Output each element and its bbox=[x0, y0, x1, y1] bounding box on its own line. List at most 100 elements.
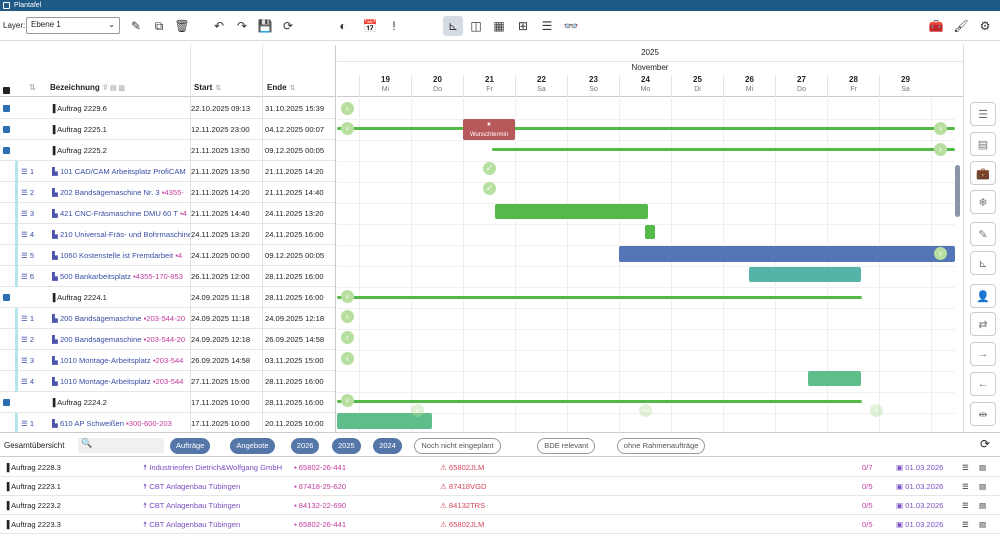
table-row[interactable]: ☰ 2 ▙ 202 Bandsägemaschine Nr. 3 ▪4355- 21… bbox=[0, 182, 335, 203]
person-icon[interactable]: 👤 bbox=[970, 284, 996, 308]
settings-gear-icon[interactable]: ⚙ bbox=[975, 16, 995, 36]
glasses-icon[interactable]: 👓 bbox=[561, 16, 581, 36]
calendar-icon[interactable]: 📅 bbox=[360, 16, 380, 36]
overview-row[interactable]: ▐ Auftrag 2223.3 ☨ CBT Anlagenbau Tübinge… bbox=[0, 515, 1000, 534]
order-bar[interactable] bbox=[492, 148, 955, 151]
sort-icon[interactable]: ⇅ bbox=[29, 83, 36, 92]
alert-icon[interactable]: ! bbox=[384, 16, 404, 36]
header-name[interactable]: Bezeichnung ⊽ ▤ ▥ bbox=[50, 83, 125, 92]
table-view-icon[interactable]: ▦ bbox=[489, 16, 509, 36]
gantt-chart[interactable]: ‹ ‹ › ★ Wunschtermin › ✓ ✓ › ‹ ‹ ‹ ‹ ‹ ‹ — › bbox=[337, 98, 955, 432]
vertical-scrollbar[interactable] bbox=[955, 165, 960, 217]
refresh-icon[interactable]: ⟳ bbox=[980, 437, 990, 451]
overview-row[interactable]: ▐ Auftrag 2223.2 ☨ CBT Anlagenbau Tübinge… bbox=[0, 496, 1000, 515]
expand-toggle-icon[interactable] bbox=[3, 147, 10, 154]
operation-bar[interactable] bbox=[645, 225, 655, 239]
briefcase-icon[interactable]: 💼 bbox=[970, 161, 996, 185]
table-row[interactable]: ☰ 1 ▙ 200 Bandsägemaschine ▪203-544-20 24.… bbox=[0, 308, 335, 329]
table-icon[interactable]: ▤ bbox=[979, 458, 986, 477]
table-row[interactable]: ☰ 3 ▙ 1010 Montage-Arbeitsplatz ▪203-544 2… bbox=[0, 350, 335, 371]
list-icon[interactable]: ☰ bbox=[962, 477, 969, 496]
filter-chip[interactable]: 2024 bbox=[373, 438, 402, 454]
filter-chip[interactable]: Angebote bbox=[230, 438, 275, 454]
table-row[interactable]: ▐ Auftrag 2225.1 12.11.2025 23:00 04.12.20… bbox=[0, 119, 335, 140]
scroll-right-icon[interactable]: › bbox=[934, 247, 947, 260]
filter-chip[interactable]: 2026 bbox=[290, 438, 320, 454]
edit-pencil-icon[interactable]: ✎ bbox=[126, 16, 146, 36]
task-list-icon[interactable]: ☰ bbox=[970, 102, 996, 126]
scroll-left-icon[interactable]: ‹ bbox=[341, 122, 354, 135]
overview-row[interactable]: ▐ Auftrag 2228.3 ☨ Industrieofen Dietrich… bbox=[0, 458, 1000, 477]
scroll-left-icon[interactable]: ‹ bbox=[341, 352, 354, 365]
operation-bar[interactable] bbox=[495, 204, 648, 219]
scroll-left-icon[interactable]: ‹ bbox=[341, 394, 354, 407]
table-row[interactable]: ☰ 3 ▙ 421 CNC-Fräsmaschine DMU 60 T ▪4 21.… bbox=[0, 203, 335, 224]
expand-toggle-icon[interactable] bbox=[3, 399, 10, 406]
table-icon[interactable]: ▤ bbox=[979, 477, 986, 496]
table-row[interactable]: ☰ 4 ▙ 1010 Montage-Arbeitsplatz ▪203-544 2… bbox=[0, 371, 335, 392]
grid-view-icon[interactable]: ⊞ bbox=[513, 16, 533, 36]
layer-select[interactable]: Ebene 1 ⌄ bbox=[26, 17, 120, 34]
scroll-left-icon[interactable]: ‹ bbox=[341, 331, 354, 344]
done-icon[interactable]: ✓ bbox=[483, 182, 496, 195]
order-bar[interactable] bbox=[337, 296, 862, 299]
brain-icon[interactable]: ◐ bbox=[333, 16, 353, 36]
wunschtermin-marker[interactable]: ★ Wunschtermin bbox=[463, 119, 515, 140]
table-row[interactable]: ☰ 1 ▙ 101 CAD/CAM Arbeitsplatz ProfiCAM 21… bbox=[0, 161, 335, 182]
done-icon[interactable]: ✓ bbox=[483, 162, 496, 175]
filter-chip[interactable]: Noch nicht eingeplant bbox=[414, 438, 501, 454]
list-icon[interactable]: ☰ bbox=[962, 458, 969, 477]
filter-chip[interactable]: Aufträge bbox=[170, 438, 211, 454]
nav-prev-icon[interactable]: ‹ bbox=[411, 404, 424, 417]
split-view-icon[interactable]: ◫ bbox=[466, 16, 486, 36]
operation-bar[interactable] bbox=[808, 371, 861, 386]
filter-chip[interactable]: ohne Rahmenaufträge bbox=[616, 438, 706, 454]
header-start[interactable]: Start ⇅ bbox=[194, 83, 221, 92]
scroll-left-icon[interactable]: ‹ bbox=[341, 290, 354, 303]
operation-bar[interactable] bbox=[619, 246, 955, 262]
arrow-right-icon[interactable]: → bbox=[970, 342, 996, 366]
nav-next-icon[interactable]: › bbox=[870, 404, 883, 417]
table-row[interactable]: ☰ 2 ▙ 200 Bandsägemaschine ▪203-544-20 24.… bbox=[0, 329, 335, 350]
collapse-all-icon[interactable] bbox=[3, 87, 10, 94]
brush-icon[interactable]: 🖌 bbox=[951, 16, 971, 36]
copy-icon[interactable]: ⧉ bbox=[149, 16, 169, 36]
table-row[interactable]: ▐ Auftrag 2224.1 24.09.2025 11:18 28.11.20… bbox=[0, 287, 335, 308]
fit-width-icon[interactable]: ⇹ bbox=[970, 402, 996, 426]
scroll-right-icon[interactable]: › bbox=[934, 122, 947, 135]
header-end[interactable]: Ende ⇅ bbox=[267, 83, 295, 92]
list-icon[interactable]: ☰ bbox=[962, 515, 969, 534]
table-row[interactable]: ☰ 4 ▙ 210 Universal-Fräs- und Bohrmaschin… bbox=[0, 224, 335, 245]
table-row[interactable]: ▐ Auftrag 2229.6 22.10.2025 09:13 31.10.20… bbox=[0, 98, 335, 119]
overview-search-input[interactable]: 🔍 bbox=[78, 438, 164, 453]
table-row[interactable]: ☰ 6 ▙ 500 Bankarbeitsplatz ▪4355-170-853 2… bbox=[0, 266, 335, 287]
table-row[interactable]: ▐ Auftrag 2224.2 17.11.2025 10:00 28.11.20… bbox=[0, 392, 335, 413]
table-row[interactable]: ▐ Auftrag 2225.2 21.11.2025 13:50 09.12.20… bbox=[0, 140, 335, 161]
sync-icon[interactable]: ⟳ bbox=[278, 16, 298, 36]
pencil-icon[interactable]: ✎ bbox=[970, 222, 996, 246]
undo-icon[interactable]: ↶ bbox=[209, 16, 229, 36]
snowflake-icon[interactable]: ❄ bbox=[970, 190, 996, 214]
operation-bar[interactable] bbox=[749, 267, 861, 282]
table-row[interactable]: ☰ 5 ▙ 1060 Kostenstelle ist Fremdarbeit ▪… bbox=[0, 245, 335, 266]
filter-chip[interactable]: BDE relevant bbox=[537, 438, 596, 454]
order-bar[interactable] bbox=[337, 127, 955, 130]
overview-row[interactable]: ▐ Auftrag 2223.1 ☨ CBT Anlagenbau Tübinge… bbox=[0, 477, 1000, 496]
scroll-left-icon[interactable]: ‹ bbox=[341, 310, 354, 323]
list-icon[interactable]: ☰ bbox=[962, 496, 969, 515]
save-icon[interactable]: 💾 bbox=[255, 16, 275, 36]
toolbox-icon[interactable]: 🧰 bbox=[926, 16, 946, 36]
scroll-left-icon[interactable]: ‹ bbox=[341, 102, 354, 115]
scroll-right-icon[interactable]: › bbox=[934, 143, 947, 156]
expand-toggle-icon[interactable] bbox=[3, 294, 10, 301]
filter-chip[interactable]: 2025 bbox=[332, 438, 361, 454]
trash-icon[interactable]: 🗑 bbox=[172, 16, 192, 36]
list-view-icon[interactable]: ☰ bbox=[537, 16, 557, 36]
gantt-view-icon[interactable]: ⊾ bbox=[443, 16, 463, 36]
order-bar[interactable] bbox=[337, 400, 862, 403]
table-icon[interactable]: ▤ bbox=[979, 496, 986, 515]
table-icon[interactable]: ▤ bbox=[970, 132, 996, 156]
arrow-left-icon[interactable]: ← bbox=[970, 372, 996, 396]
nav-center-icon[interactable]: — bbox=[639, 404, 652, 417]
redo-icon[interactable]: ↷ bbox=[232, 16, 252, 36]
